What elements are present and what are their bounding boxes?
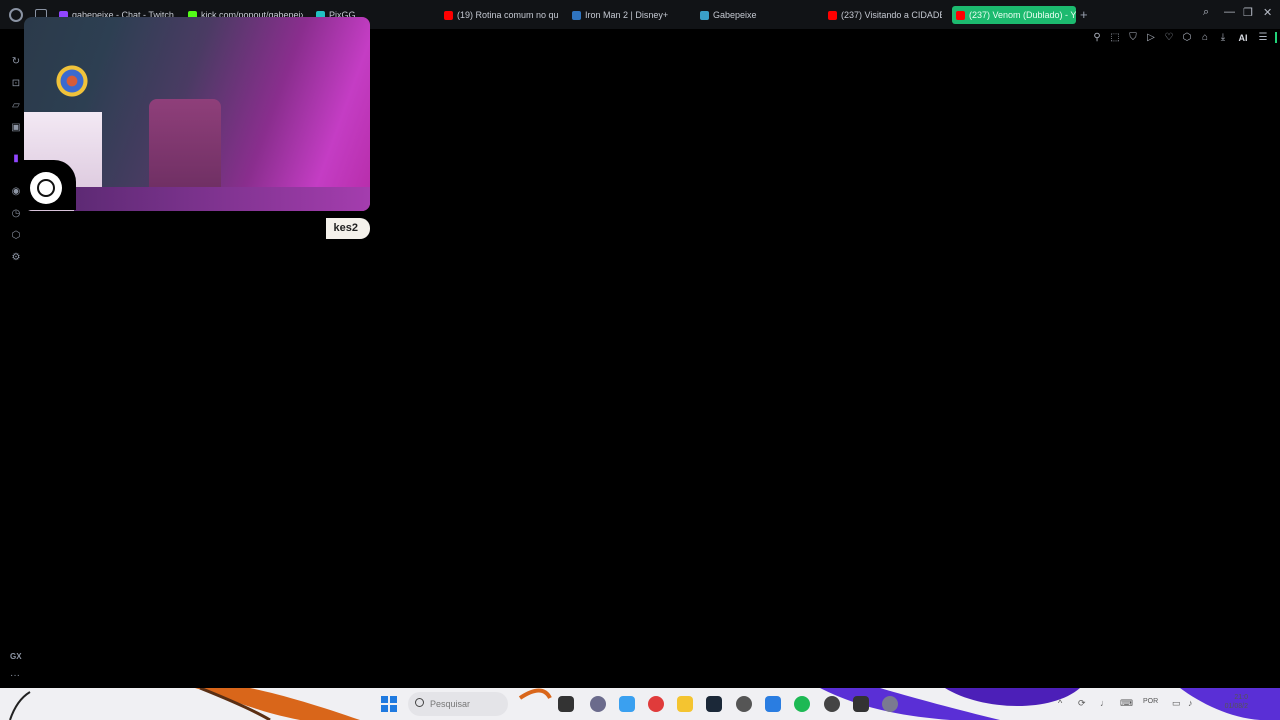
taskbar-search-input[interactable]: Pesquisar [408, 692, 508, 716]
extensions-icon[interactable]: ⬡ [1178, 32, 1196, 43]
restore-button[interactable]: ❐ [1243, 6, 1253, 19]
sync-icon[interactable]: ⟳ [1078, 698, 1086, 709]
taskbar-wallpaper-art [9, 688, 1280, 720]
accent-bar [1275, 32, 1277, 43]
folder-icon[interactable] [677, 696, 693, 712]
app-icon[interactable] [824, 696, 840, 712]
menu-icon[interactable]: ☰ [1254, 32, 1272, 43]
clock-date: 01/08/2 [1224, 703, 1248, 710]
tab-disney-plus[interactable]: Iron Man 2 | Disney+ [572, 6, 682, 24]
play-icon[interactable]: ▷ [1142, 32, 1160, 43]
extensions-icon[interactable]: ⬡ [10, 230, 22, 242]
opera-gx-logo-icon[interactable] [9, 8, 23, 22]
snapshot-icon[interactable]: ⬚ [1106, 32, 1124, 43]
app-icon[interactable] [590, 696, 606, 712]
opera-gx-icon[interactable] [648, 696, 664, 712]
message-icon[interactable]: ▣ [10, 122, 22, 134]
chevron-up-icon[interactable]: ^ [1058, 698, 1062, 708]
app-icon[interactable] [765, 696, 781, 712]
clock[interactable]: 21:0 01/08/2 [1212, 693, 1248, 711]
keyboard-icon[interactable]: ⌨ [1120, 698, 1133, 709]
language-indicator[interactable]: POR [1143, 698, 1158, 705]
clock-time: 21:0 [1234, 694, 1248, 701]
settings-icon[interactable]: ⚙ [10, 252, 22, 264]
app-icon[interactable] [736, 696, 752, 712]
streamer-name-chip[interactable]: kes2 [326, 218, 370, 239]
youtube-favicon-icon [956, 10, 965, 20]
pin-icon[interactable]: ⚲ [1088, 32, 1106, 43]
tab-label: (19) Rotina comum no qua [457, 10, 558, 20]
tab-youtube-venom[interactable]: (237) Venom (Dublado) - Y [952, 6, 1076, 24]
aria-ai-button[interactable]: AI [1232, 33, 1254, 43]
wallet-icon[interactable]: ⌂ [1196, 32, 1214, 43]
tab-label: Iron Man 2 | Disney+ [585, 10, 669, 20]
bag-icon[interactable]: ⊡ [10, 78, 22, 90]
download-icon[interactable]: ⤓ [1214, 32, 1232, 43]
youtube-favicon-icon [828, 10, 837, 20]
disney-favicon-icon [572, 10, 581, 20]
browser-toolbar: ⚲ ⬚ ⛉ ▷ ♡ ⬡ ⌂ ⤓ AI ☰ [1088, 29, 1280, 46]
player-icon[interactable]: ◉ [10, 186, 22, 198]
youtube-favicon-icon [444, 10, 453, 20]
copilot-icon[interactable] [619, 696, 635, 712]
figurines-image [48, 57, 108, 117]
floor-image [74, 187, 370, 211]
more-icon[interactable]: ··· [10, 670, 20, 681]
tab-gabepeixe[interactable]: Gabepeixe [700, 6, 780, 24]
taskbar: Pesquisar ^ ⟳ ♩ ⌨ POR ▭ ♪ 21:0 01/08/2 [0, 688, 1280, 720]
history-icon[interactable]: ↻ [10, 56, 22, 68]
mic-icon[interactable]: ♩ [1100, 698, 1109, 708]
tab-youtube-rotina[interactable]: (19) Rotina comum no qua [444, 6, 558, 24]
avatar[interactable] [30, 172, 62, 204]
clock-icon[interactable]: ◷ [10, 208, 22, 220]
gx-label[interactable]: GX [10, 652, 22, 661]
spotify-icon[interactable] [794, 696, 810, 712]
settings-icon[interactable] [882, 696, 898, 712]
network-icon[interactable]: ▭ [1172, 698, 1181, 709]
tab-youtube-cidade[interactable]: (237) Visitando a CIDADE [828, 6, 942, 24]
tab-label: Gabepeixe [713, 10, 757, 20]
avatar-logo-icon [37, 179, 55, 197]
shield-icon[interactable]: ⛉ [1124, 32, 1142, 43]
search-icon [415, 698, 424, 707]
volume-icon[interactable]: ♪ [1188, 698, 1193, 708]
file-explorer-icon[interactable] [558, 696, 574, 712]
twitch-icon[interactable]: ▮ [10, 153, 22, 165]
tab-label: (237) Visitando a CIDADE [841, 10, 942, 20]
tab-label: (237) Venom (Dublado) - Y [969, 10, 1076, 20]
new-tab-button[interactable]: + [1080, 7, 1088, 22]
close-button[interactable]: ✕ [1263, 6, 1272, 19]
site-favicon-icon [700, 10, 709, 20]
steam-icon[interactable] [706, 696, 722, 712]
app-icon[interactable] [853, 696, 869, 712]
minimize-button[interactable]: — [1224, 6, 1235, 18]
windows-start-button[interactable] [381, 696, 397, 712]
search-icon[interactable]: ⌕ [1203, 6, 1209, 19]
wallet-icon[interactable]: ▱ [10, 100, 22, 112]
heart-icon[interactable]: ♡ [1160, 32, 1178, 43]
search-placeholder: Pesquisar [430, 699, 471, 709]
